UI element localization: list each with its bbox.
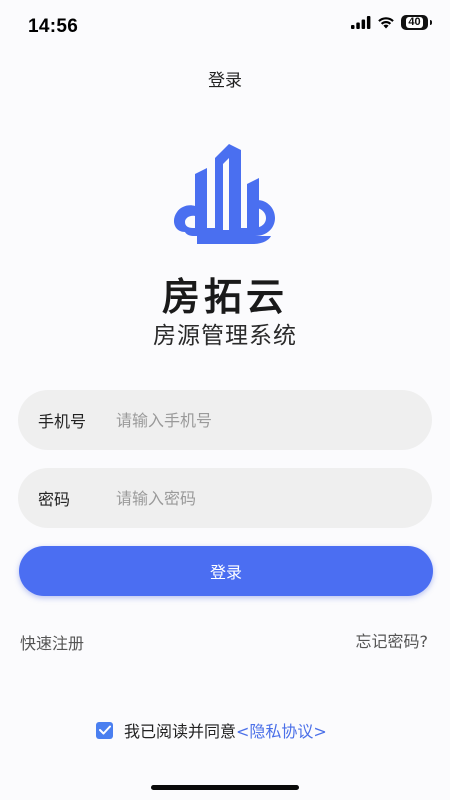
battery-icon: 40 xyxy=(401,15,432,30)
privacy-policy-link[interactable]: <隐私协议> xyxy=(236,718,327,742)
phone-field[interactable]: 手机号 xyxy=(18,390,432,450)
building-cloud-logo-icon xyxy=(173,144,275,244)
brand-subtitle: 房源管理系统 xyxy=(153,323,297,349)
page-title: 登录 xyxy=(208,71,242,91)
quick-register-link[interactable]: 快速注册 xyxy=(20,630,84,654)
phone-input[interactable] xyxy=(116,400,414,440)
home-indicator xyxy=(151,785,299,790)
status-time: 14:56 xyxy=(28,16,79,37)
status-icons: 40 xyxy=(351,15,432,30)
checkmark-icon xyxy=(98,725,111,735)
password-label: 密码 xyxy=(38,490,71,509)
password-field[interactable]: 密码 xyxy=(18,468,432,528)
forgot-password-link[interactable]: 忘记密码? xyxy=(356,628,429,652)
brand-name: 房拓云 xyxy=(161,275,288,319)
signal-bars-icon xyxy=(351,16,371,29)
agree-checkbox[interactable] xyxy=(96,721,113,739)
password-input[interactable] xyxy=(116,478,414,518)
agreement-row: 我已阅读并同意 <隐私协议> xyxy=(96,718,327,742)
wifi-icon xyxy=(378,17,394,29)
status-bar: 14:56 40 xyxy=(0,0,450,56)
agreement-text: 我已阅读并同意 xyxy=(124,722,237,741)
login-button[interactable]: 登录 xyxy=(19,546,433,596)
phone-label: 手机号 xyxy=(38,412,87,431)
battery-level: 40 xyxy=(406,16,423,28)
